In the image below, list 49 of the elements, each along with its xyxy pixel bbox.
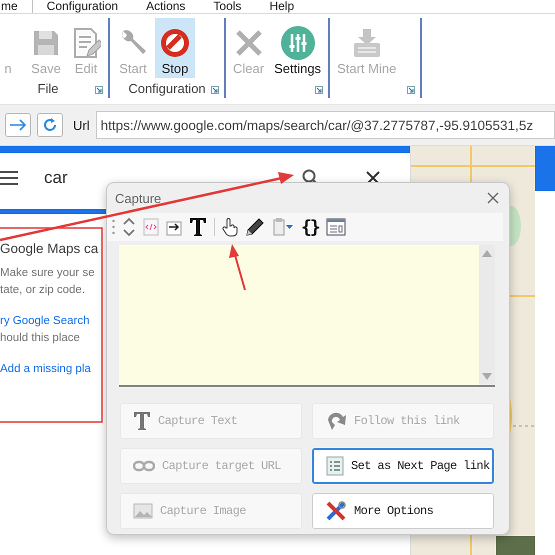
save-icon (31, 28, 61, 58)
result-text: hould this place (0, 331, 81, 346)
forward-arrow-icon (9, 119, 27, 131)
braces-button[interactable]: {} (301, 216, 319, 238)
launcher-icon[interactable] (407, 86, 416, 94)
launcher-icon[interactable] (211, 86, 219, 94)
image-icon (133, 503, 153, 519)
group-label: Configuration (128, 80, 206, 96)
grip-icon[interactable] (112, 218, 115, 236)
expand-icon[interactable] (122, 217, 136, 237)
link-icon (133, 460, 155, 472)
result-heading: Google Maps ca (0, 240, 100, 257)
clipboard-dropdown-icon[interactable] (272, 217, 294, 237)
url-label: Url (73, 118, 90, 132)
tools-icon (325, 500, 347, 522)
forward-button[interactable] (5, 113, 31, 137)
group-label: File (38, 80, 58, 96)
action-button[interactable]: Set as Next Page link (312, 448, 494, 484)
text-icon (133, 411, 151, 431)
dialog-title: Capture (115, 190, 162, 206)
hand-pointer-icon[interactable] (222, 217, 238, 237)
url-field[interactable]: https://www.google.com/maps/search/car/@37.2775787,-95.9105531,5z (96, 111, 555, 139)
ribbon-button[interactable]: Stop (155, 18, 195, 78)
panel-header (535, 146, 555, 191)
window-icon[interactable] (326, 218, 346, 236)
result-text: tate, or zip code. (0, 283, 86, 298)
stop-icon (159, 27, 191, 59)
refresh-icon (42, 117, 58, 133)
launcher-icon[interactable] (95, 86, 103, 94)
edit-icon (71, 27, 101, 59)
settings-icon (280, 26, 315, 60)
search-field[interactable]: car (44, 168, 68, 188)
follow-arrow-icon (325, 410, 347, 432)
html-file-icon[interactable] (143, 218, 159, 236)
clear-icon (234, 28, 264, 58)
result-text: Make sure your se (0, 266, 96, 281)
result-link[interactable]: Add a missing pla (0, 361, 106, 378)
menu-tab[interactable]: me (0, 0, 33, 13)
list-icon (326, 456, 344, 476)
close-icon[interactable] (366, 171, 380, 185)
pencil-icon[interactable] (245, 217, 265, 237)
annotation-arrow (229, 244, 246, 290)
launcher-icon[interactable] (315, 86, 324, 94)
result-link[interactable]: ry Google Search (0, 313, 106, 330)
refresh-button[interactable] (37, 113, 63, 137)
action-button[interactable]: More Options (312, 493, 494, 529)
ribbon-button[interactable]: Settings (270, 18, 326, 78)
menu-icon[interactable] (0, 171, 18, 185)
text-icon[interactable] (189, 217, 207, 237)
